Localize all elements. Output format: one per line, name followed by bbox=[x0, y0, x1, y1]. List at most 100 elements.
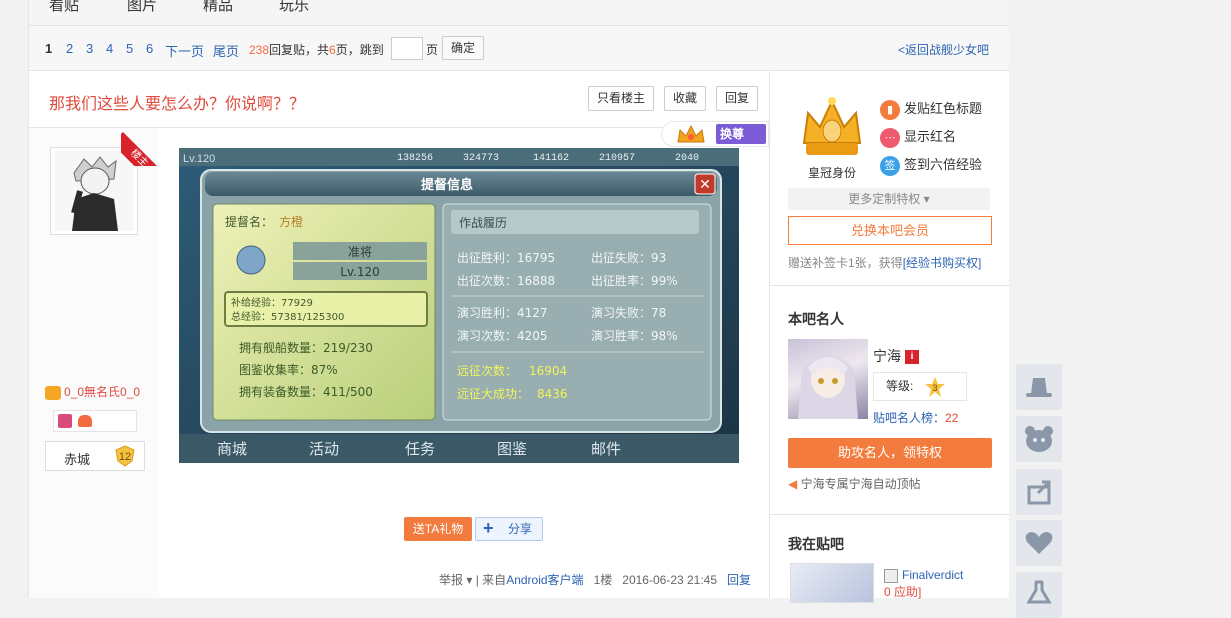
back-to-forum-link[interactable]: <返回战舰少女吧 bbox=[898, 41, 989, 58]
equips-count: 拥有装备数量：411/500 bbox=[239, 384, 373, 399]
page-link-5[interactable]: 5 bbox=[126, 41, 133, 56]
level-number: 12 bbox=[119, 451, 131, 463]
record-drill-loss: 演习失败：78 bbox=[591, 305, 666, 320]
page-link-6[interactable]: 6 bbox=[146, 41, 153, 56]
game-menu-mail: 邮件 bbox=[591, 440, 621, 458]
game-menu-shop: 商城 bbox=[217, 440, 247, 458]
admiral-name-label: 提督名： bbox=[225, 214, 273, 229]
record-drill-win: 演习胜利：4127 bbox=[457, 305, 548, 320]
next-page-link[interactable]: 下一页 bbox=[165, 41, 204, 60]
svg-text:3: 3 bbox=[932, 383, 937, 393]
user-icon bbox=[884, 568, 898, 583]
celebrity-rank[interactable]: 贴吧名人榜：22 bbox=[873, 409, 958, 426]
record-great-success-label: 远征大成功： bbox=[457, 387, 529, 401]
right-sidebar: 皇冠身份 ▮ 发贴红色标题 ⋯ 显示红名 签签到六倍经验 更多定制特权 ▾ 兑换本吧… bbox=[769, 71, 1010, 603]
floor-number: 1楼 bbox=[593, 573, 613, 587]
record-drill-count: 演习次数：4205 bbox=[457, 328, 548, 343]
game-res-3: 141162 bbox=[533, 153, 569, 164]
tab-fun[interactable]: 玩乐 bbox=[279, 0, 309, 15]
ships-count: 拥有舰船数量：219/230 bbox=[239, 340, 373, 355]
post-reply-link[interactable]: 回复 bbox=[727, 573, 751, 587]
author-panel: 0_0無名氏0_0 赤城 12 bbox=[29, 128, 159, 598]
record-title: 作战履历 bbox=[459, 216, 507, 230]
plus-icon: + bbox=[483, 518, 494, 538]
report-link[interactable]: 举报 bbox=[439, 573, 463, 587]
admiral-level: Lv.120 bbox=[340, 265, 380, 279]
level-name: 赤城 bbox=[64, 452, 91, 467]
total-exp: 总经验：57381/125300 bbox=[231, 310, 344, 323]
heart-icon bbox=[1025, 532, 1053, 554]
my-bar-image[interactable] bbox=[790, 563, 874, 603]
game-res-2: 324773 bbox=[463, 153, 499, 164]
crown-icon bbox=[677, 124, 705, 143]
more-privileges[interactable]: 更多定制特权 ▾ bbox=[788, 188, 990, 210]
game-menu-album: 图鉴 bbox=[497, 440, 527, 458]
reply-button[interactable]: 回复 bbox=[716, 86, 758, 111]
page-link-2[interactable]: 2 bbox=[66, 41, 73, 56]
confirm-jump-button[interactable]: 确定 bbox=[442, 36, 484, 60]
bear-button[interactable] bbox=[1016, 416, 1062, 462]
tab-posts[interactable]: 看贴 bbox=[49, 0, 79, 15]
celebrity-avatar[interactable] bbox=[788, 339, 868, 419]
game-res-4: 210957 bbox=[599, 153, 635, 164]
star-level-icon: 3 bbox=[925, 377, 945, 397]
exp-book-link[interactable]: [经验书购买权] bbox=[903, 256, 982, 270]
badge-strip bbox=[53, 410, 137, 432]
send-gift-button[interactable]: 送TA礼物 bbox=[404, 517, 472, 541]
flask-button[interactable] bbox=[1016, 572, 1062, 618]
privilege-red-title: ▮ 发贴红色标题 bbox=[880, 98, 982, 120]
dialog-title: 提督信息 bbox=[421, 177, 473, 193]
celebrity-title: 本吧名人 bbox=[788, 311, 844, 327]
only-op-button[interactable]: 只看楼主 bbox=[588, 86, 654, 111]
auto-top-text: ◀ 宁海专属宁海自动顶帖 bbox=[788, 477, 921, 491]
help-celebrity-button[interactable]: 助攻名人，领特权 bbox=[788, 438, 992, 468]
op-ribbon: 楼主 bbox=[121, 128, 159, 166]
tab-featured[interactable]: 精品 bbox=[203, 0, 233, 15]
celebrity-name[interactable]: 宁海 i bbox=[873, 346, 919, 366]
page-jump-input[interactable] bbox=[391, 37, 423, 60]
share-button[interactable]: + 分享 bbox=[475, 517, 543, 541]
admiral-rank: 准将 bbox=[348, 245, 372, 259]
main-content: 看贴 图片 精品 玩乐 1 2 3 4 5 6 下一页 尾页 238回复贴，共6… bbox=[28, 0, 1010, 603]
crown-label: 皇冠身份 bbox=[808, 166, 857, 180]
reply-count: 238 bbox=[249, 43, 270, 57]
username[interactable]: 0_0無名氏0_0 bbox=[45, 383, 140, 400]
game-menu-event: 活动 bbox=[309, 440, 339, 458]
level-badge[interactable]: 赤城 12 bbox=[45, 441, 145, 471]
exchange-membership-button[interactable]: 兑换本吧会员 bbox=[788, 216, 992, 245]
page-unit: 页 bbox=[426, 43, 439, 57]
celebrity-level: 等级: 3 bbox=[873, 372, 967, 401]
crown-exchange-badge[interactable]: 换尊 bbox=[661, 121, 769, 147]
record-sortie-rate: 出征胜率：99% bbox=[591, 273, 678, 288]
tab-images[interactable]: 图片 bbox=[127, 0, 157, 15]
share-side-button[interactable] bbox=[1016, 469, 1062, 515]
privilege-red-name: ⋯ 显示红名 bbox=[880, 126, 956, 148]
speaker-icon: ◀ bbox=[788, 477, 798, 491]
game-res-5: 2040 bbox=[675, 153, 699, 164]
chat-icon: ⋯ bbox=[880, 127, 900, 148]
record-sortie-win: 出征胜利：16795 bbox=[457, 250, 555, 265]
magic-hat-button[interactable] bbox=[1016, 364, 1062, 410]
record-great-success-count: 8436 bbox=[537, 387, 568, 401]
game-res-1: 138256 bbox=[397, 153, 433, 164]
flask-icon bbox=[1026, 580, 1052, 604]
source-link[interactable]: Android客户端 bbox=[506, 573, 583, 587]
post-time: 2016-06-23 21:45 bbox=[622, 573, 718, 587]
bookmark-icon: ▮ bbox=[880, 99, 900, 120]
sign-icon: 签 bbox=[880, 155, 900, 176]
game-level-top: Lv.120 bbox=[183, 153, 215, 165]
post-image[interactable]: Lv.120 138256 324773 141162 210957 2040 … bbox=[179, 148, 739, 463]
vip-icon bbox=[45, 385, 61, 400]
game-menu-task: 任务 bbox=[405, 440, 435, 458]
last-page-link[interactable]: 尾页 bbox=[213, 41, 239, 60]
report-dropdown-icon[interactable]: ▾ bbox=[466, 573, 472, 587]
favorite-heart-button[interactable] bbox=[1016, 520, 1062, 566]
game-icon bbox=[78, 415, 92, 427]
page-link-4[interactable]: 4 bbox=[106, 41, 113, 56]
crown-icon bbox=[802, 97, 862, 155]
page-link-3[interactable]: 3 bbox=[86, 41, 93, 56]
thread-title: 那我们这些人要怎么办？你说啊？？ bbox=[49, 96, 306, 113]
my-bar-user[interactable]: Finalverdict 0 应助] bbox=[884, 568, 963, 600]
my-bars-title: 我在贴吧 bbox=[788, 536, 844, 552]
favorite-button[interactable]: 收藏 bbox=[664, 86, 706, 111]
